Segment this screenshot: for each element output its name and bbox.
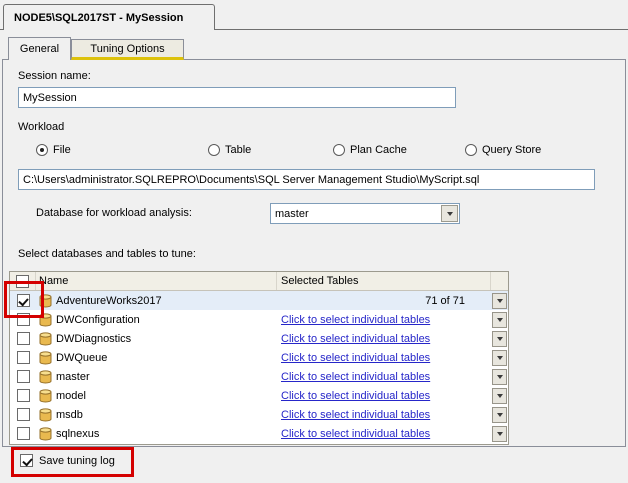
tab-tuning-options[interactable]: Tuning Options [71,39,184,60]
db-name: DWDiagnostics [56,332,132,345]
workload-label: Workload [18,121,65,133]
chevron-down-icon [496,374,503,379]
table-row[interactable]: DWDiagnostics Click to select individual… [10,329,508,348]
row-dropdown-button[interactable] [492,311,507,328]
select-tables-link[interactable]: Click to select individual tables [281,333,430,345]
db-name: DWConfiguration [56,313,140,326]
row-dropdown-button[interactable] [492,425,507,442]
db-name: AdventureWorks2017 [56,294,162,307]
session-title: NODE5\SQL2017ST - MySession [14,11,184,24]
analysis-db-combo[interactable]: master [270,203,460,224]
chevron-down-icon [496,298,503,303]
database-icon [39,407,52,422]
chevron-down-icon [496,317,503,322]
select-tables-link[interactable]: Click to select individual tables [281,428,430,440]
session-name-label: Session name: [18,70,91,82]
select-tables-link[interactable]: Click to select individual tables [281,352,430,364]
chevron-down-icon [496,336,503,341]
db-name: msdb [56,408,83,421]
table-row[interactable]: DWQueue Click to select individual table… [10,348,508,367]
chevron-down-icon[interactable] [441,205,458,222]
analysis-db-value: master [275,207,309,220]
table-row[interactable]: msdb Click to select individual tables [10,405,508,424]
db-name: DWQueue [56,351,108,364]
radio-plan-cache[interactable]: Plan Cache [333,143,407,157]
radio-query-store-label: Query Store [482,144,542,156]
db-name: master [56,370,90,383]
chevron-down-icon [496,412,503,417]
table-header: Name Selected Tables [10,272,508,291]
chevron-down-icon [496,431,503,436]
row-dropdown-button[interactable] [492,349,507,366]
select-tables-link[interactable]: Click to select individual tables [281,390,430,402]
table-row[interactable]: sqlnexus Click to select individual tabl… [10,424,508,443]
radio-query-store[interactable]: Query Store [465,143,541,157]
database-icon [39,369,52,384]
general-tab-page: Session name: MySession Workload File Ta… [2,59,626,447]
row-dropdown-button[interactable] [492,292,507,309]
row-checkbox[interactable] [16,370,30,383]
select-tables-link[interactable]: Click to select individual tables [281,314,430,326]
row-checkbox[interactable] [16,427,30,440]
radio-file[interactable]: File [36,143,71,157]
databases-table: Name Selected Tables AdventureWorks2017 … [9,271,509,445]
session-title-tab[interactable]: NODE5\SQL2017ST - MySession [3,4,215,30]
select-tables-link[interactable]: Click to select individual tables [281,409,430,421]
annotation-red-box-save-tuning-log [11,447,134,477]
radio-file-label: File [53,144,71,156]
tab-general[interactable]: General [8,37,71,60]
table-row[interactable]: master Click to select individual tables [10,367,508,386]
header-selected-tables[interactable]: Selected Tables [277,272,491,290]
selected-tables-count: 71 of 71 [425,294,465,307]
row-checkbox[interactable] [16,408,30,421]
radio-plan-cache-label: Plan Cache [350,144,407,156]
tune-label: Select databases and tables to tune: [18,248,196,260]
analysis-db-label: Database for workload analysis: [36,207,192,219]
radio-table[interactable]: Table [208,143,251,157]
row-checkbox[interactable] [16,351,30,364]
radio-table-circle[interactable] [208,144,220,156]
row-dropdown-button[interactable] [492,387,507,404]
dta-window: NODE5\SQL2017ST - MySession General Tuni… [0,0,628,483]
radio-query-store-circle[interactable] [465,144,477,156]
radio-plan-cache-circle[interactable] [333,144,345,156]
database-icon [39,350,52,365]
chevron-down-icon [496,355,503,360]
chevron-down-icon [496,393,503,398]
session-name-input[interactable]: MySession [18,87,456,108]
database-icon [39,331,52,346]
session-name-value: MySession [23,91,77,104]
row-checkbox[interactable] [16,332,30,345]
db-name: model [56,389,86,402]
select-tables-link[interactable]: Click to select individual tables [281,371,430,383]
table-row[interactable]: model Click to select individual tables [10,386,508,405]
header-name[interactable]: Name [36,272,277,290]
workload-file-path-input[interactable]: C:\Users\administrator.SQLREPRO\Document… [18,169,595,190]
row-checkbox[interactable] [16,389,30,402]
row-dropdown-button[interactable] [492,368,507,385]
workload-file-path-value: C:\Users\administrator.SQLREPRO\Document… [23,173,480,186]
db-name: sqlnexus [56,427,100,440]
annotation-red-box-row-checkbox [4,281,44,318]
database-icon [39,426,52,441]
table-row[interactable]: AdventureWorks2017 71 of 71 [10,291,508,310]
radio-file-circle[interactable] [36,144,48,156]
radio-table-label: Table [225,144,252,156]
row-dropdown-button[interactable] [492,330,507,347]
table-row[interactable]: DWConfiguration Click to select individu… [10,310,508,329]
row-dropdown-button[interactable] [492,406,507,423]
database-icon [39,388,52,403]
